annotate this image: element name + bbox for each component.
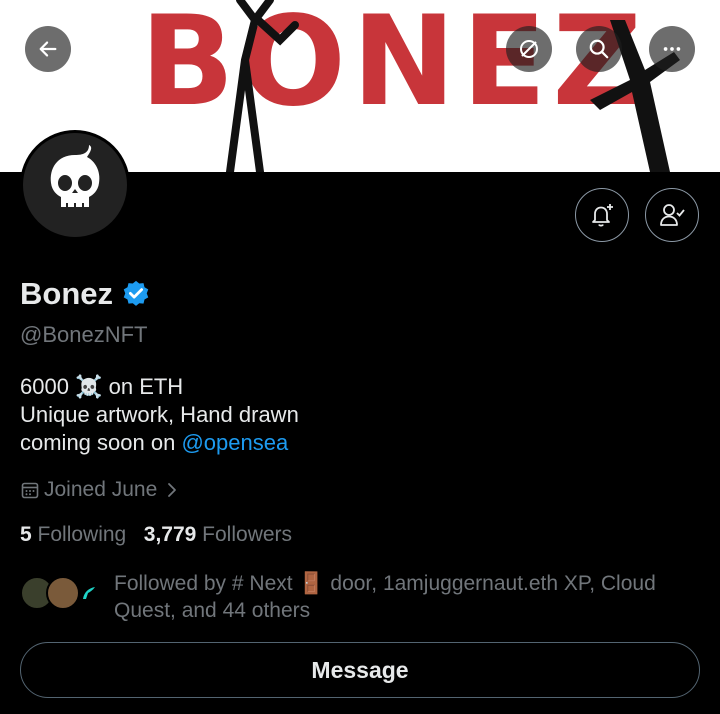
notifications-button[interactable] xyxy=(575,188,629,242)
follower-avatar-3-icon xyxy=(83,587,95,599)
back-button[interactable] xyxy=(25,26,71,72)
avatar-image xyxy=(23,133,127,237)
chevron-right-icon xyxy=(168,483,177,497)
followed-by-text: Followed by # Next 🚪 door, 1amjuggernaut… xyxy=(114,572,656,622)
message-button[interactable]: Message xyxy=(20,642,700,698)
opensea-mention-link[interactable]: @opensea xyxy=(181,430,288,455)
verified-badge-icon[interactable] xyxy=(121,279,151,309)
follower-avatar-2 xyxy=(46,576,80,610)
avatar[interactable] xyxy=(20,130,130,240)
profile-bio: 6000 ☠️ on ETH Unique artwork, Hand draw… xyxy=(20,373,299,457)
arrow-left-icon xyxy=(39,41,57,57)
bell-plus-icon xyxy=(592,204,613,227)
message-label: Message xyxy=(311,656,409,683)
bio-line-3: coming soon on xyxy=(20,430,176,455)
profile-handle: @BonezNFT xyxy=(20,322,148,347)
followers-link[interactable]: 3,779 Followers xyxy=(144,523,292,546)
search-button[interactable] xyxy=(576,26,622,72)
joined-label: Joined June xyxy=(44,478,158,501)
followers-label: Followers xyxy=(202,523,293,546)
joined-date[interactable]: Joined June xyxy=(20,478,181,502)
skull-icon xyxy=(50,145,100,207)
skull-emoji: ☠️ xyxy=(75,374,103,399)
following-label: Following xyxy=(37,523,127,546)
grok-button[interactable] xyxy=(506,26,552,72)
profile-name: Bonez xyxy=(20,276,113,311)
following-count: 5 xyxy=(20,523,32,546)
following-status-button[interactable] xyxy=(645,188,699,242)
calendar-icon xyxy=(21,482,39,499)
skeleton-hand-illustration xyxy=(226,0,299,172)
bio-line-2: Unique artwork, Hand drawn xyxy=(20,402,299,427)
follow-counts: 5 Following 3,779 Followers xyxy=(20,523,292,547)
grok-icon xyxy=(520,40,538,58)
more-button[interactable] xyxy=(649,26,695,72)
bio-chain: on ETH xyxy=(108,374,184,399)
followers-count: 3,779 xyxy=(143,523,197,546)
following-link[interactable]: 5 Following xyxy=(20,523,126,546)
bio-count: 6000 xyxy=(20,374,69,399)
profile-name-row: Bonez xyxy=(20,276,151,312)
person-check-icon xyxy=(660,204,685,226)
search-icon xyxy=(589,39,609,59)
more-icon xyxy=(663,47,681,51)
